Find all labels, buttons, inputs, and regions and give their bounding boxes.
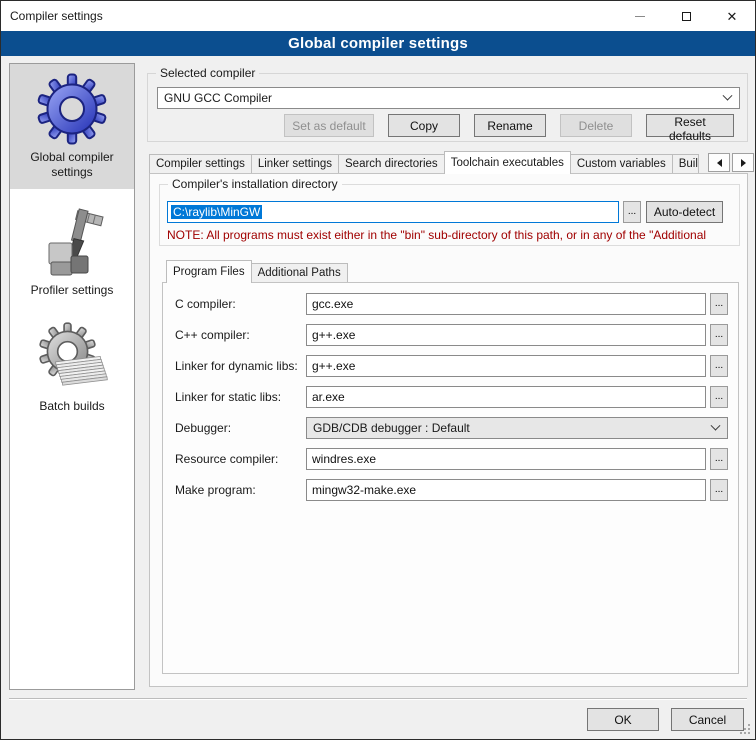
make-program-input[interactable] bbox=[306, 479, 706, 501]
tab-custom-variables[interactable]: Custom variables bbox=[570, 154, 673, 174]
sidebar-item-label: Profiler settings bbox=[19, 283, 125, 298]
page-title: Global compiler settings bbox=[1, 31, 755, 56]
field-row: Resource compiler: ... bbox=[175, 448, 728, 470]
maximize-button[interactable] bbox=[663, 1, 709, 31]
browse-make-program-button[interactable]: ... bbox=[710, 479, 728, 501]
sidebar-item-label: Global compiler settings bbox=[19, 150, 125, 180]
installation-directory-input[interactable]: C:\raylib\MinGW bbox=[167, 201, 619, 223]
caliper-icon bbox=[36, 204, 108, 278]
tab-scroll-left-button[interactable] bbox=[708, 153, 730, 172]
rename-button[interactable]: Rename bbox=[474, 114, 546, 137]
installation-directory-group: Compiler's installation directory C:\ray… bbox=[159, 184, 740, 246]
cancel-button[interactable]: Cancel bbox=[671, 708, 744, 731]
reset-defaults-button[interactable]: Reset defaults bbox=[646, 114, 734, 137]
close-icon: ✕ bbox=[727, 10, 738, 23]
debugger-select[interactable]: GDB/CDB debugger : Default bbox=[306, 417, 728, 439]
browse-cpp-compiler-button[interactable]: ... bbox=[710, 324, 728, 346]
field-label: Resource compiler: bbox=[175, 452, 306, 466]
sidebar-item-batch-builds[interactable]: Batch builds bbox=[10, 313, 134, 423]
subtab-additional-paths[interactable]: Additional Paths bbox=[251, 263, 348, 283]
dynamic-linker-input[interactable] bbox=[306, 355, 706, 377]
titlebar: Compiler settings ✕ bbox=[1, 1, 755, 31]
arrow-left-icon bbox=[717, 159, 722, 167]
tab-scroll-right-button[interactable] bbox=[732, 153, 754, 172]
resize-grip[interactable] bbox=[748, 732, 750, 734]
tab-build-options[interactable]: Build options bbox=[672, 154, 699, 174]
browse-static-linker-button[interactable]: ... bbox=[710, 386, 728, 408]
field-row: Debugger: GDB/CDB debugger : Default bbox=[175, 417, 728, 439]
program-files-panel: C compiler: ... C++ compiler: ... Linker… bbox=[162, 282, 739, 674]
batch-builds-icon bbox=[36, 322, 108, 394]
window-title: Compiler settings bbox=[1, 9, 103, 23]
cpp-compiler-input[interactable] bbox=[306, 324, 706, 346]
caption-buttons: ✕ bbox=[617, 1, 755, 31]
program-files-tabstrip: Program Files Additional Paths bbox=[166, 260, 347, 283]
tab-linker-settings[interactable]: Linker settings bbox=[251, 154, 339, 174]
debugger-value: GDB/CDB debugger : Default bbox=[313, 421, 470, 435]
subtab-program-files[interactable]: Program Files bbox=[166, 260, 252, 283]
sidebar-item-global-compiler-settings[interactable]: Global compiler settings bbox=[10, 64, 134, 189]
resource-compiler-input[interactable] bbox=[306, 448, 706, 470]
compiler-settings-window: Compiler settings ✕ Global compiler sett… bbox=[0, 0, 756, 740]
field-label: Debugger: bbox=[175, 421, 306, 435]
field-row: C++ compiler: ... bbox=[175, 324, 728, 346]
field-row: Linker for dynamic libs: ... bbox=[175, 355, 728, 377]
group-label: Selected compiler bbox=[156, 66, 259, 81]
ok-button[interactable]: OK bbox=[587, 708, 659, 731]
tab-scroll-buttons bbox=[708, 153, 754, 172]
browse-dynamic-linker-button[interactable]: ... bbox=[710, 355, 728, 377]
bin-subdirectory-note: NOTE: All programs must exist either in … bbox=[167, 228, 735, 242]
field-label: Linker for dynamic libs: bbox=[175, 359, 306, 373]
field-label: Linker for static libs: bbox=[175, 390, 306, 404]
tab-search-directories[interactable]: Search directories bbox=[338, 154, 445, 174]
chevron-down-icon bbox=[723, 90, 733, 100]
tab-toolchain-executables[interactable]: Toolchain executables bbox=[444, 151, 571, 174]
selected-compiler-value: GNU GCC Compiler bbox=[164, 91, 272, 105]
footer-divider bbox=[9, 698, 747, 699]
browse-c-compiler-button[interactable]: ... bbox=[710, 293, 728, 315]
settings-category-sidebar: Global compiler settings Profiler settin… bbox=[9, 63, 135, 690]
delete-button: Delete bbox=[560, 114, 632, 137]
field-label: C compiler: bbox=[175, 297, 306, 311]
sidebar-item-label: Batch builds bbox=[19, 399, 125, 414]
browse-resource-compiler-button[interactable]: ... bbox=[710, 448, 728, 470]
field-row: Make program: ... bbox=[175, 479, 728, 501]
gear-icon bbox=[36, 73, 108, 145]
selected-compiler-select[interactable]: GNU GCC Compiler bbox=[157, 87, 740, 109]
sidebar-item-profiler-settings[interactable]: Profiler settings bbox=[10, 195, 134, 307]
copy-button[interactable]: Copy bbox=[388, 114, 460, 137]
static-linker-input[interactable] bbox=[306, 386, 706, 408]
minimize-button[interactable] bbox=[617, 1, 663, 31]
group-label: Compiler's installation directory bbox=[168, 177, 342, 192]
selected-path-text: C:\raylib\MinGW bbox=[171, 205, 262, 219]
maximize-icon bbox=[682, 12, 691, 21]
tab-compiler-settings[interactable]: Compiler settings bbox=[149, 154, 252, 174]
field-row: Linker for static libs: ... bbox=[175, 386, 728, 408]
field-row: C compiler: ... bbox=[175, 293, 728, 315]
set-as-default-button: Set as default bbox=[284, 114, 374, 137]
close-button[interactable]: ✕ bbox=[709, 1, 755, 31]
arrow-right-icon bbox=[741, 159, 746, 167]
settings-tabstrip: Compiler settings Linker settings Search… bbox=[149, 151, 707, 174]
field-label: C++ compiler: bbox=[175, 328, 306, 342]
chevron-down-icon bbox=[711, 420, 721, 430]
field-label: Make program: bbox=[175, 483, 306, 497]
auto-detect-button[interactable]: Auto-detect bbox=[646, 201, 723, 223]
browse-directory-button[interactable]: ... bbox=[623, 201, 641, 223]
selected-compiler-group: Selected compiler GNU GCC Compiler Set a… bbox=[147, 73, 748, 142]
c-compiler-input[interactable] bbox=[306, 293, 706, 315]
minimize-icon bbox=[635, 16, 645, 17]
toolchain-executables-panel: Compiler's installation directory C:\ray… bbox=[149, 173, 748, 687]
